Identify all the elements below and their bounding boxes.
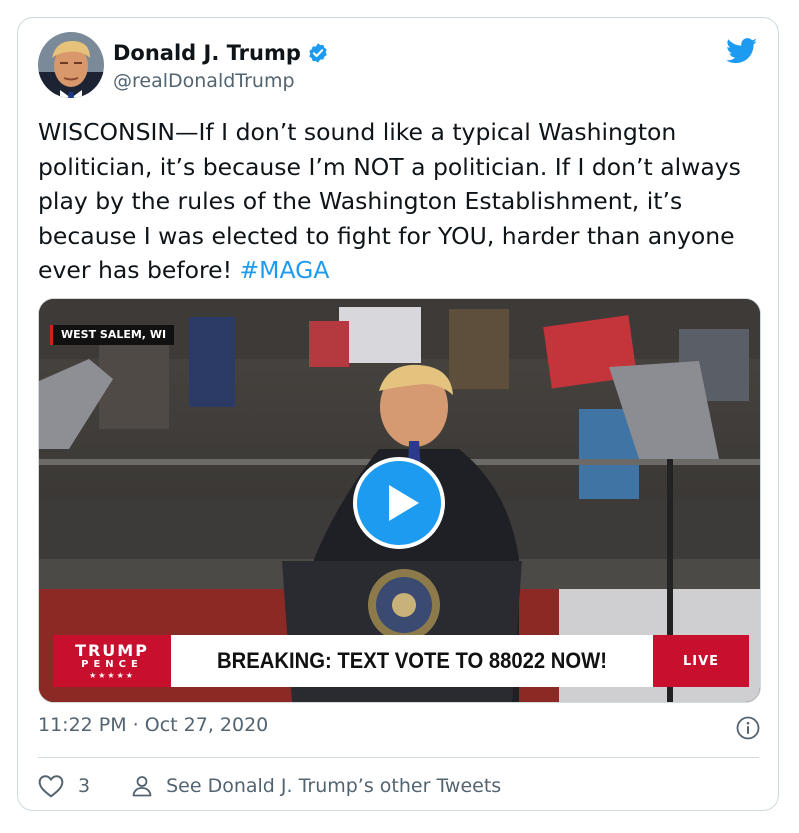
video-player[interactable]: WEST SALEM, WI TRUMP PENCE ★★★★★ BREAKIN… (38, 298, 761, 703)
tweet-actions: 3 See Donald J. Trump’s other Tweets (38, 771, 501, 801)
brand-stars: ★★★★★ (89, 671, 135, 680)
like-button[interactable]: 3 (38, 774, 90, 798)
play-button[interactable] (353, 457, 445, 549)
like-count: 3 (78, 775, 91, 797)
user-handle[interactable]: @realDonaldTrump (113, 68, 295, 94)
live-badge: LIVE (653, 635, 749, 687)
divider (38, 757, 759, 758)
heart-icon (38, 775, 64, 798)
other-tweets-text: See Donald J. Trump’s other Tweets (166, 775, 502, 797)
hashtag-link[interactable]: #MAGA (239, 256, 329, 284)
campaign-logo: TRUMP PENCE ★★★★★ (53, 635, 171, 687)
avatar-image (38, 32, 104, 98)
display-name[interactable]: Donald J. Trump (113, 40, 329, 66)
other-tweets-link[interactable]: See Donald J. Trump’s other Tweets (130, 774, 501, 798)
news-ticker: TRUMP PENCE ★★★★★ BREAKING: TEXT VOTE TO… (53, 635, 749, 687)
breaking-text: BREAKING: TEXT VOTE TO 88022 NOW! (217, 648, 607, 673)
verified-badge-icon (309, 43, 327, 63)
tweet-text: WISCONSIN—If I don’t sound like a typica… (38, 115, 768, 288)
brand-line-2: PENCE (81, 659, 143, 670)
tweet-timestamp[interactable]: 11:22 PM · Oct 27, 2020 (38, 712, 268, 738)
brand-line-1: TRUMP (75, 641, 149, 660)
tweet-body: WISCONSIN—If I don’t sound like a typica… (38, 118, 741, 284)
display-name-text: Donald J. Trump (113, 41, 301, 65)
location-tag: WEST SALEM, WI (50, 325, 175, 345)
tweet-card: Donald J. Trump @realDonaldTrump WISCONS… (17, 17, 779, 811)
info-icon[interactable] (736, 716, 760, 740)
avatar[interactable] (38, 32, 104, 98)
twitter-bird-icon[interactable] (726, 38, 758, 64)
person-icon (132, 776, 152, 797)
play-icon (389, 485, 419, 521)
